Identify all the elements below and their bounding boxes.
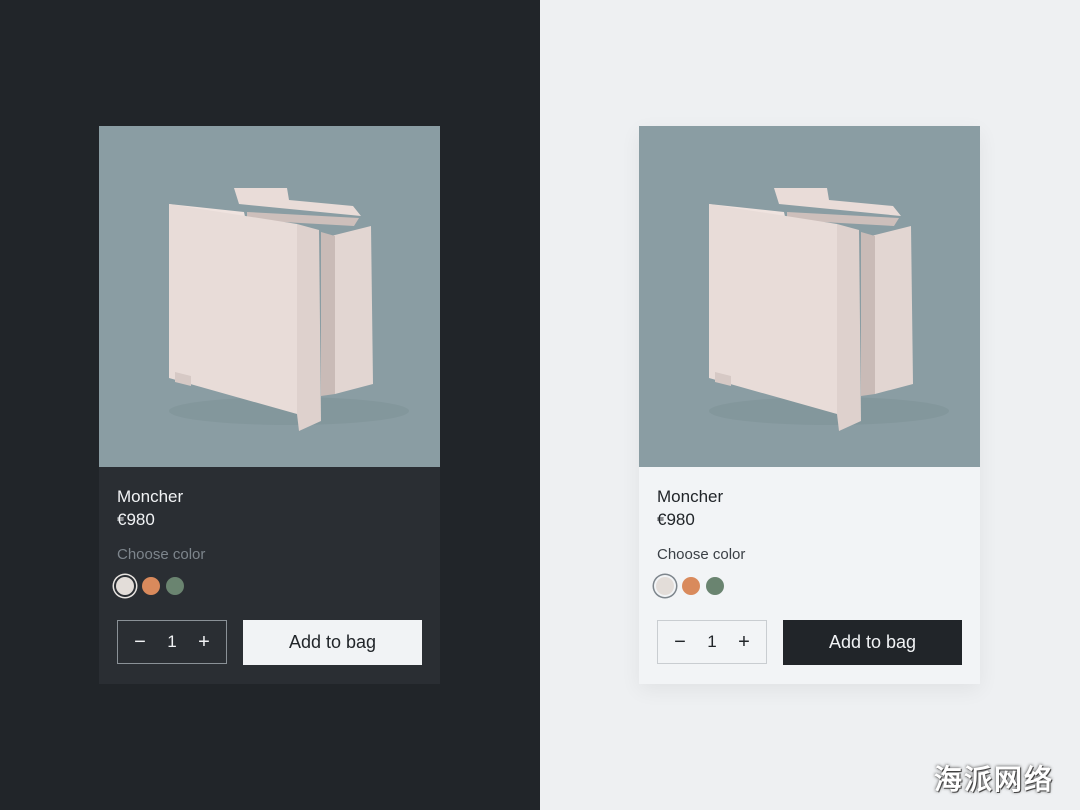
product-image xyxy=(639,126,980,467)
plus-icon[interactable]: + xyxy=(724,621,764,663)
light-panel: Moncher €980 Choose color − 1 + Add to b… xyxy=(540,0,1080,810)
product-card-light: Moncher €980 Choose color − 1 + Add to b… xyxy=(639,126,980,684)
minus-icon[interactable]: − xyxy=(660,621,700,663)
product-card-dark: Moncher €980 Choose color − 1 + Add to b… xyxy=(99,126,440,684)
color-swatch-orange[interactable] xyxy=(142,577,160,595)
product-name: Moncher xyxy=(657,487,724,506)
quantity-value: 1 xyxy=(167,632,177,651)
color-swatch-beige[interactable] xyxy=(656,577,674,595)
color-swatch-green[interactable] xyxy=(166,577,184,595)
quantity-stepper: − 1 + xyxy=(657,620,767,664)
chair-image xyxy=(639,126,980,467)
product-price: €980 xyxy=(117,510,155,529)
color-swatch-orange[interactable] xyxy=(682,577,700,595)
choose-color-label: Choose color xyxy=(657,546,746,563)
quantity-value: 1 xyxy=(707,632,717,651)
product-price: €980 xyxy=(657,510,695,529)
quantity-stepper: − 1 + xyxy=(117,620,227,664)
watermark: 海派网络 xyxy=(933,763,1054,796)
dark-panel: Moncher €980 Choose color − 1 + Add to b… xyxy=(0,0,540,810)
product-image xyxy=(99,126,440,467)
add-to-bag-button[interactable]: Add to bag xyxy=(783,620,962,665)
color-swatch-beige[interactable] xyxy=(116,577,134,595)
plus-icon[interactable]: + xyxy=(184,621,224,663)
product-name: Moncher xyxy=(117,487,184,506)
minus-icon[interactable]: − xyxy=(120,621,160,663)
color-swatch-green[interactable] xyxy=(706,577,724,595)
add-to-bag-button[interactable]: Add to bag xyxy=(243,620,422,665)
choose-color-label: Choose color xyxy=(117,546,206,563)
chair-image xyxy=(99,126,440,467)
